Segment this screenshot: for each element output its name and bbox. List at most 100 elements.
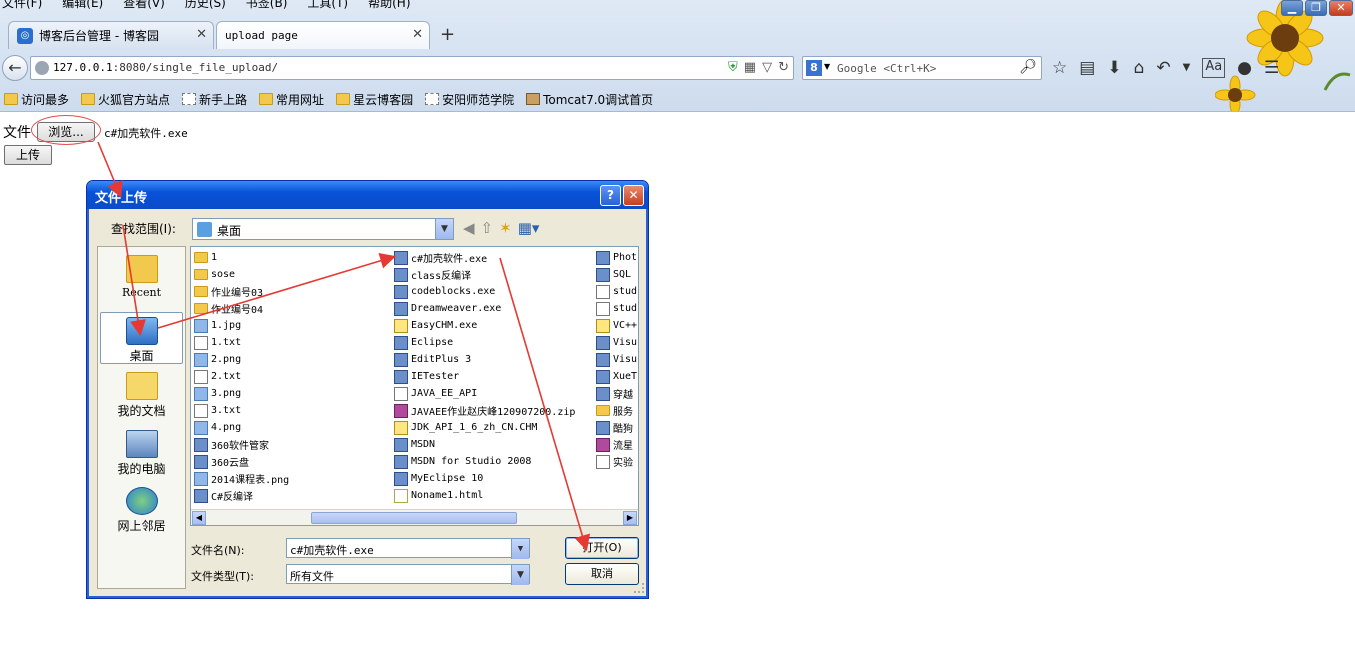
file-item[interactable]: XueT bbox=[596, 368, 637, 385]
addon-icon[interactable]: ● bbox=[1237, 58, 1252, 78]
bookmark-getting-started[interactable]: 新手上路 bbox=[178, 91, 251, 108]
engine-dropdown-icon[interactable]: ▼ bbox=[824, 62, 830, 71]
look-in-combobox[interactable]: 桌面 ▼ bbox=[192, 218, 454, 240]
file-item[interactable]: MyEclipse 10 bbox=[394, 470, 575, 487]
tab-close-icon[interactable]: ✕ bbox=[412, 27, 423, 42]
resize-grip[interactable] bbox=[634, 583, 644, 593]
minimize-button[interactable]: ▁ bbox=[1281, 0, 1303, 16]
file-item[interactable]: 1.jpg bbox=[194, 317, 289, 334]
file-item[interactable]: 2.txt bbox=[194, 368, 289, 385]
file-item[interactable]: class反编译 bbox=[394, 266, 575, 283]
place-my-documents[interactable]: 我的文档 bbox=[100, 372, 183, 419]
file-item[interactable]: C#反编译 bbox=[194, 487, 289, 504]
bookmark-cnblogs[interactable]: 星云博客园 bbox=[332, 91, 417, 108]
open-button[interactable]: 打开(O) bbox=[565, 537, 639, 559]
bookmark-common-sites[interactable]: 常用网址 bbox=[255, 91, 328, 108]
menu-item[interactable]: 书签(B) bbox=[246, 0, 288, 10]
scroll-thumb[interactable] bbox=[311, 512, 517, 524]
back-arrow-icon[interactable]: ◀ bbox=[463, 219, 475, 237]
file-item[interactable]: Visu bbox=[596, 334, 637, 351]
bookmark-most-visited[interactable]: 访问最多 bbox=[0, 91, 73, 108]
file-item[interactable]: MSDN for Studio 2008 bbox=[394, 453, 575, 470]
file-item[interactable]: Eclipse bbox=[394, 334, 575, 351]
bookmark-star-icon[interactable]: ☆ bbox=[1052, 58, 1067, 78]
file-item[interactable]: 1.txt bbox=[194, 334, 289, 351]
file-item[interactable]: IETester bbox=[394, 368, 575, 385]
view-menu-icon[interactable]: ▦▾ bbox=[518, 219, 540, 237]
file-item[interactable]: 360云盘 bbox=[194, 453, 289, 470]
file-item[interactable]: stud bbox=[596, 283, 637, 300]
file-list[interactable]: 1 sose 作业编号03 作业编号04 1.jpg 1.txt 2.png 2.txt 3.p… bbox=[190, 246, 639, 526]
bookmark-firefox-site[interactable]: 火狐官方站点 bbox=[77, 91, 174, 108]
tab-blog-admin[interactable]: ◎ 博客后台管理 - 博客园 ✕ bbox=[8, 21, 214, 49]
menu-item[interactable]: 查看(V) bbox=[123, 0, 165, 10]
file-item[interactable]: 4.png bbox=[194, 419, 289, 436]
file-item[interactable]: 3.png bbox=[194, 385, 289, 402]
place-network[interactable]: 网上邻居 bbox=[100, 487, 183, 534]
file-item[interactable]: JAVA_EE_API bbox=[394, 385, 575, 402]
menu-dropdown-icon[interactable]: ▼ bbox=[1183, 58, 1191, 78]
place-desktop[interactable]: 桌面 bbox=[100, 312, 183, 364]
menu-item[interactable]: 工具(T) bbox=[307, 0, 348, 10]
search-box[interactable]: 8 ▼ Google <Ctrl+K> 🔎︎ bbox=[802, 56, 1042, 80]
file-item[interactable]: Visu bbox=[596, 351, 637, 368]
menu-item[interactable]: 文件(F) bbox=[2, 0, 42, 10]
file-item[interactable]: 穿越 bbox=[596, 385, 637, 402]
bookmark-anyang-normal[interactable]: 安阳师范学院 bbox=[421, 91, 518, 108]
translate-icon[interactable]: Aa bbox=[1202, 58, 1226, 78]
file-item[interactable]: 3.txt bbox=[194, 402, 289, 419]
file-item[interactable]: Noname1.html bbox=[394, 487, 575, 504]
file-item[interactable]: EditPlus 3 bbox=[394, 351, 575, 368]
file-item[interactable]: 酷狗 bbox=[596, 419, 637, 436]
new-tab-icon[interactable]: + bbox=[440, 24, 455, 45]
file-name-combobox[interactable]: c#加壳软件.exe ▼ bbox=[286, 538, 530, 559]
menu-item[interactable]: 编辑(E) bbox=[62, 0, 103, 10]
new-folder-icon[interactable]: ✶ bbox=[499, 219, 512, 237]
reading-list-icon[interactable]: ▤ bbox=[1079, 58, 1095, 78]
tab-close-icon[interactable]: ✕ bbox=[196, 27, 207, 42]
help-button[interactable]: ? bbox=[600, 185, 621, 206]
file-item[interactable]: codeblocks.exe bbox=[394, 283, 575, 300]
file-item[interactable]: 1 bbox=[194, 249, 289, 266]
file-item[interactable]: 360软件管家 bbox=[194, 436, 289, 453]
file-item[interactable]: 实验 bbox=[596, 453, 637, 470]
file-item[interactable]: 作业编号03 bbox=[194, 283, 289, 300]
menu-item[interactable]: 历史(S) bbox=[185, 0, 226, 10]
file-item[interactable]: 作业编号04 bbox=[194, 300, 289, 317]
menu-item[interactable]: 帮助(H) bbox=[368, 0, 410, 10]
reload-icon[interactable]: ↻ bbox=[778, 60, 789, 75]
scroll-right-icon[interactable]: ▶ bbox=[623, 511, 637, 525]
file-item[interactable]: sose bbox=[194, 266, 289, 283]
file-item[interactable]: 服务 bbox=[596, 402, 637, 419]
file-item[interactable]: EasyCHM.exe bbox=[394, 317, 575, 334]
tab-upload-page[interactable]: upload page ✕ bbox=[216, 21, 430, 49]
scroll-left-icon[interactable]: ◀ bbox=[192, 511, 206, 525]
undo-icon[interactable]: ↶ bbox=[1156, 58, 1170, 78]
file-item[interactable]: c#加壳软件.exe bbox=[394, 249, 575, 266]
place-recent[interactable]: Recent bbox=[100, 255, 183, 299]
chevron-down-icon[interactable]: ▼ bbox=[511, 539, 529, 559]
file-item[interactable]: JDK_API_1_6_zh_CN.CHM bbox=[394, 419, 575, 436]
dialog-close-button[interactable]: ✕ bbox=[623, 185, 644, 206]
up-folder-icon[interactable]: ⇧ bbox=[481, 219, 494, 237]
shield-icon[interactable]: ⛨ bbox=[728, 60, 738, 75]
file-item[interactable]: VC++ bbox=[596, 317, 637, 334]
file-item[interactable]: 2.png bbox=[194, 351, 289, 368]
restore-button[interactable]: ❐ bbox=[1305, 0, 1327, 16]
place-my-computer[interactable]: 我的电脑 bbox=[100, 430, 183, 477]
download-icon[interactable]: ⬇ bbox=[1107, 58, 1121, 78]
close-window-button[interactable]: ✕ bbox=[1329, 0, 1353, 16]
dropdown-arrow-icon[interactable]: ▽ bbox=[762, 60, 772, 75]
file-item[interactable]: SQL bbox=[596, 266, 637, 283]
site-identity-icon[interactable] bbox=[35, 61, 49, 75]
home-icon[interactable]: ⌂ bbox=[1134, 58, 1145, 78]
file-item[interactable]: stud bbox=[596, 300, 637, 317]
file-item[interactable]: Dreamweaver.exe bbox=[394, 300, 575, 317]
google-engine-icon[interactable]: 8 bbox=[806, 60, 822, 76]
bookmark-tomcat[interactable]: Tomcat7.0调试首页 bbox=[522, 91, 657, 108]
file-item[interactable]: JAVAEE作业赵庆峰120907200.zip bbox=[394, 402, 575, 419]
file-item[interactable]: Phot bbox=[596, 249, 637, 266]
address-bar[interactable]: 127.0.0.1:8080/single_file_upload/ ⛨ ▦ ▽… bbox=[30, 56, 794, 80]
file-item[interactable]: 2014课程表.png bbox=[194, 470, 289, 487]
search-magnifier-icon[interactable]: 🔎︎ bbox=[1019, 59, 1037, 75]
